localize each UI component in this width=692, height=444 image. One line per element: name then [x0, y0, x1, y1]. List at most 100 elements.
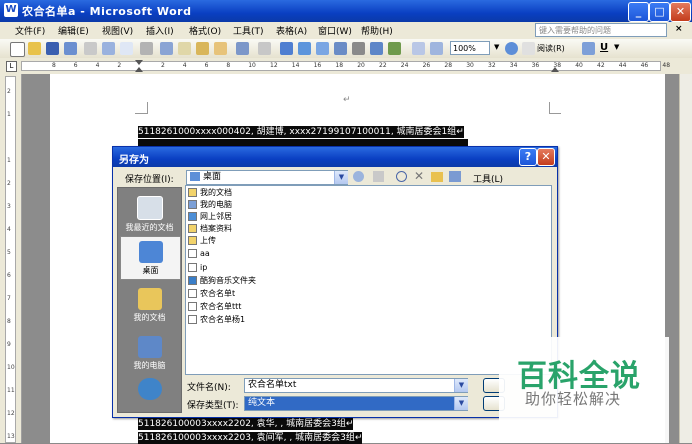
vertical-scrollbar[interactable] [679, 74, 692, 443]
insert-excel-icon[interactable] [334, 42, 347, 55]
filename-dropdown-icon[interactable]: ▼ [454, 379, 468, 392]
place-label: 我的电脑 [133, 361, 166, 370]
menu-table[interactable]: 表格(A) [276, 24, 307, 37]
print-preview-icon[interactable] [102, 42, 115, 55]
underline-dropdown-icon[interactable]: ▼ [614, 43, 619, 51]
place-desktop[interactable]: 桌面 [120, 236, 181, 280]
list-item[interactable]: 农合名单ttt [188, 301, 241, 313]
list-item[interactable]: ip [188, 262, 207, 274]
first-line-indent-marker[interactable] [135, 60, 143, 65]
up-folder-icon[interactable] [373, 171, 384, 182]
zoom-select[interactable]: 100% [450, 41, 490, 55]
dialog-title-bar[interactable]: 另存为 ? ✕ [113, 147, 557, 167]
ruler-number: 2 [161, 62, 165, 69]
list-item[interactable]: 我的文档 [188, 187, 232, 199]
list-item[interactable]: 上传 [188, 235, 216, 247]
selected-text-line[interactable]: 5118261000xxxx000402, 胡建博, xxxx271991071… [138, 126, 464, 138]
print-icon[interactable] [84, 42, 97, 55]
list-item[interactable]: 网上邻居 [188, 211, 232, 223]
window-title-bar[interactable]: W 农合名单a - Microsoft Word _ □ ✕ [0, 0, 692, 22]
permission-icon[interactable] [64, 42, 77, 55]
cut-icon[interactable] [160, 42, 173, 55]
new-document-icon[interactable] [10, 42, 25, 57]
paragraph-mark: ↵ [343, 95, 351, 105]
zoom-dropdown-icon[interactable]: ▼ [494, 43, 499, 51]
tables-borders-icon[interactable] [298, 42, 311, 55]
margin-corner-mark [549, 113, 561, 114]
minimize-button[interactable]: _ [628, 2, 649, 22]
close-button[interactable]: ✕ [670, 2, 691, 22]
dialog-help-button[interactable]: ? [519, 148, 537, 166]
help-search-input[interactable]: 键入需要帮助的问题 [535, 23, 667, 37]
right-indent-marker[interactable] [551, 67, 559, 72]
ruler-number: 8 [52, 62, 56, 69]
help-icon[interactable] [505, 42, 518, 55]
undo-icon[interactable] [236, 42, 249, 55]
back-icon[interactable] [353, 171, 364, 182]
menu-window[interactable]: 窗口(W) [318, 24, 352, 37]
document-map-icon[interactable] [388, 42, 401, 55]
filetype-select[interactable]: 纯文本 [244, 396, 468, 411]
views-icon[interactable] [449, 171, 461, 182]
list-item[interactable]: 酷狗音乐文件夹 [188, 275, 256, 287]
menu-view[interactable]: 视图(V) [102, 24, 133, 37]
delete-icon[interactable]: ✕ [414, 169, 424, 183]
menu-tools[interactable]: 工具(T) [233, 24, 264, 37]
save-in-select[interactable]: 桌面 [186, 170, 348, 185]
place-label: 我最近的文档 [125, 223, 174, 232]
spelling-icon[interactable] [120, 42, 133, 55]
menu-insert[interactable]: 插入(I) [146, 24, 174, 37]
list-item[interactable]: 我的电脑 [188, 199, 232, 211]
new-folder-icon[interactable] [431, 172, 443, 182]
show-hide-icon[interactable] [412, 42, 425, 55]
hyperlink-icon[interactable] [280, 42, 293, 55]
insert-table-icon[interactable] [316, 42, 329, 55]
word-app-icon[interactable]: W [4, 3, 18, 17]
open-folder-icon[interactable] [28, 42, 41, 55]
selected-text-line[interactable]: 511826100003xxxx2203, 袁间军, , 城南居委会3组↵ [138, 432, 363, 444]
margin-corner-mark [147, 102, 148, 114]
drawing-icon[interactable] [370, 42, 383, 55]
help-close-icon[interactable]: × [675, 24, 683, 34]
research-icon[interactable] [140, 42, 153, 55]
format-painter-icon[interactable] [214, 42, 227, 55]
filename-input[interactable]: 农合名单txt [244, 378, 468, 393]
list-item[interactable]: 农合名单t [188, 288, 235, 300]
list-item[interactable]: aa [188, 248, 210, 260]
maximize-button[interactable]: □ [649, 2, 670, 22]
vertical-ruler-number: 7 [7, 295, 11, 302]
menu-edit[interactable]: 编辑(E) [58, 24, 89, 37]
selected-text-line[interactable]: 511826100003xxxx2202, 袁华, , 城南居委会3组↵ [138, 418, 354, 430]
menu-format[interactable]: 格式(O) [189, 24, 221, 37]
place-my-documents[interactable]: 我的文档 [120, 288, 179, 323]
search-web-icon[interactable] [396, 171, 407, 182]
ruler-number: 40 [575, 62, 583, 69]
underline-button[interactable]: U [600, 42, 608, 53]
tools-menu[interactable]: 工具(L) [473, 172, 503, 185]
list-item[interactable]: 农合名单杨1 [188, 314, 245, 326]
style-icon[interactable] [582, 42, 595, 55]
place-network[interactable] [120, 378, 179, 402]
redo-icon[interactable] [258, 42, 271, 55]
columns-icon[interactable] [352, 42, 365, 55]
dialog-close-button[interactable]: ✕ [537, 148, 555, 166]
zoom-icon[interactable] [430, 42, 443, 55]
place-recent-documents[interactable]: 我最近的文档 [120, 196, 179, 233]
menu-file[interactable]: 文件(F) [15, 24, 45, 37]
place-my-computer[interactable]: 我的电脑 [120, 336, 179, 371]
vertical-ruler-number: 1 [7, 157, 11, 164]
paste-icon[interactable] [196, 42, 209, 55]
ruler-number: 8 [226, 62, 231, 69]
save-in-dropdown-icon[interactable]: ▼ [334, 171, 348, 184]
copy-icon[interactable] [178, 42, 191, 55]
reading-button[interactable]: 阅读(R) [537, 43, 565, 54]
menu-help[interactable]: 帮助(H) [361, 24, 393, 37]
file-list[interactable]: 我的文档 我的电脑 网上邻居 档案资料 上传 aa ip 酷狗音乐文件夹 农合名… [185, 185, 552, 375]
list-item[interactable]: 档案资料 [188, 223, 232, 235]
hanging-indent-marker[interactable] [135, 67, 143, 72]
read-mode-icon[interactable] [522, 42, 535, 55]
filetype-dropdown-icon[interactable]: ▼ [454, 397, 468, 410]
dialog-title: 另存为 [119, 155, 149, 166]
tab-selector-icon[interactable]: L [6, 61, 17, 72]
save-icon[interactable] [46, 42, 59, 55]
